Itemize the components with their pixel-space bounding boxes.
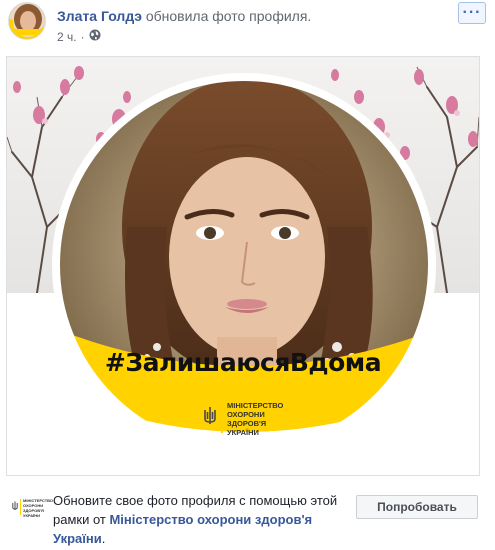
logo-line-4: УКРАЇНИ — [23, 513, 41, 518]
ministry-line-1: МІНІСТЕРСТВО — [227, 401, 284, 410]
frame-promo: МІНІСТЕРСТВО ОХОРОНИ ЗДОРОВ'Я УКРАЇНИ Об… — [0, 484, 495, 550]
meta-separator: · — [80, 29, 85, 44]
ministry-emblem: МІНІСТЕРСТВО ОХОРОНИ ЗДОРОВ'Я УКРАЇНИ — [203, 397, 303, 447]
post-header: Злата Голдэ обновила фото профиля. 2 ч. … — [0, 0, 495, 52]
promo-text-end: . — [101, 531, 106, 546]
ellipsis-icon: ··· — [462, 4, 482, 21]
ministry-line-4: УКРАЇНИ — [227, 428, 259, 437]
post-action-text: обновила фото профиля. — [145, 8, 312, 24]
author-name-link[interactable]: Злата Голдэ — [57, 8, 142, 24]
trident-icon — [204, 407, 216, 424]
globe-icon[interactable] — [89, 29, 101, 44]
promo-text: Обновите свое фото профиля с помощью это… — [53, 491, 343, 548]
try-frame-button[interactable]: Попробовать — [356, 495, 478, 519]
ministry-line-3: ЗДОРОВ'Я — [227, 419, 267, 428]
post-meta: 2 ч. · — [57, 29, 101, 44]
profile-photo[interactable]: #ЗалишаюсяВдома МІНІСТЕРСТВО ОХОРОНИ ЗДО… — [6, 56, 480, 476]
trident-icon — [12, 501, 18, 510]
frame-hashtag: #ЗалишаюсяВдома — [104, 348, 382, 377]
post-title: Злата Голдэ обновила фото профиля. — [57, 8, 311, 24]
ministry-line-2: ОХОРОНИ — [227, 410, 265, 419]
more-options-button[interactable]: ··· — [458, 2, 486, 24]
author-avatar[interactable] — [8, 2, 46, 40]
ministry-logo[interactable]: МІНІСТЕРСТВО ОХОРОНИ ЗДОРОВ'Я УКРАЇНИ — [12, 496, 53, 518]
post-timestamp[interactable]: 2 ч. — [57, 30, 77, 44]
